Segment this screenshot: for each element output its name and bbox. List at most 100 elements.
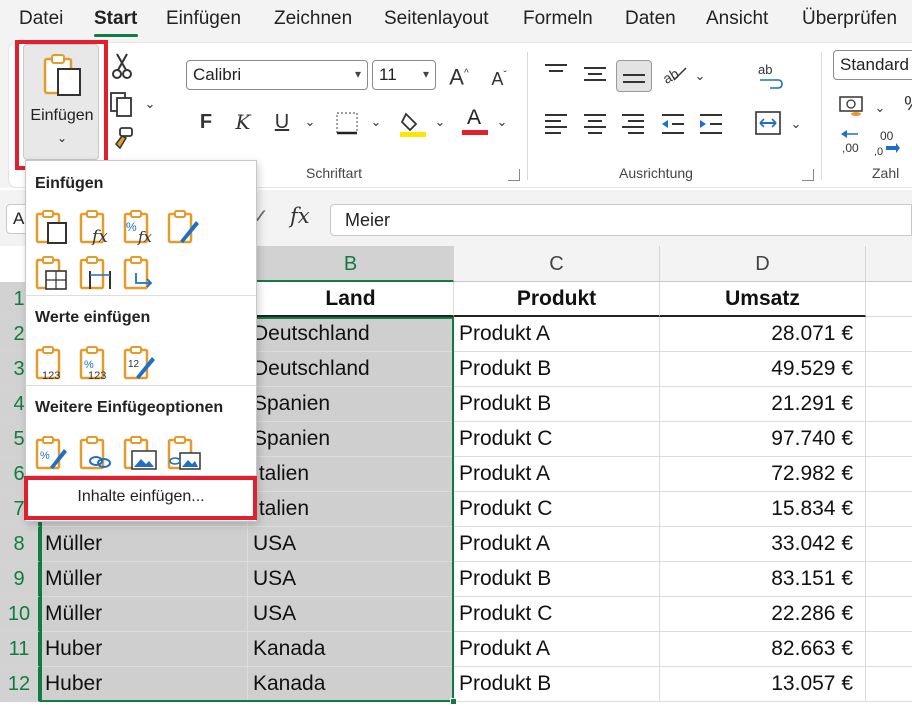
cell-empty[interactable] [866, 317, 912, 352]
cell-empty[interactable] [866, 562, 912, 597]
row-header[interactable]: 12 [0, 667, 40, 702]
tab-ueberpruefen[interactable]: Überprüfen [802, 8, 897, 30]
italic-button[interactable]: K [228, 108, 258, 138]
paste-formatting-icon[interactable]: % [34, 435, 70, 471]
header-cell-land[interactable]: Land [248, 282, 454, 317]
fill-color-icon[interactable] [398, 108, 428, 138]
cell-produkt[interactable]: Produkt B [454, 667, 660, 702]
orientation-icon[interactable]: ab [660, 60, 690, 88]
align-center-icon[interactable] [582, 112, 608, 136]
row-header[interactable]: 8 [0, 527, 40, 562]
align-bottom-button[interactable] [616, 60, 652, 92]
font-color-button[interactable]: A [460, 106, 490, 136]
format-painter-icon[interactable] [108, 126, 136, 154]
cell-umsatz[interactable]: 22.286 € [660, 597, 866, 632]
align-middle-icon[interactable] [582, 62, 608, 84]
copy-dropdown-chevron-icon[interactable]: ⌄ [142, 90, 158, 120]
cell-umsatz[interactable]: 72.982 € [660, 457, 866, 492]
tab-formeln[interactable]: Formeln [523, 8, 593, 30]
cell-umsatz[interactable]: 82.663 € [660, 632, 866, 667]
insert-function-button[interactable]: fx [290, 204, 310, 228]
cell-empty[interactable] [866, 632, 912, 667]
underline-dropdown-chevron-icon[interactable]: ⌄ [302, 108, 318, 138]
cell-empty[interactable] [866, 667, 912, 702]
cell-produkt[interactable]: Produkt C [454, 597, 660, 632]
tab-start[interactable]: Start [94, 8, 137, 30]
align-right-icon[interactable] [620, 112, 646, 136]
merge-dropdown-chevron-icon[interactable]: ⌄ [788, 110, 804, 140]
paste-linked-picture-icon[interactable] [166, 435, 202, 471]
font-name-select[interactable]: Calibri ▾ [186, 60, 368, 90]
paste-formulas-icon[interactable]: fx [78, 209, 114, 245]
column-header-e[interactable] [866, 246, 912, 282]
cell-produkt[interactable]: Produkt A [454, 317, 660, 352]
row-header[interactable]: 9 [0, 562, 40, 597]
paste-no-borders-icon[interactable] [34, 255, 70, 291]
alignment-dialog-launcher-icon[interactable] [802, 169, 814, 181]
decrease-indent-icon[interactable] [660, 112, 686, 136]
column-header-d[interactable]: D [660, 246, 866, 282]
tab-datei[interactable]: Datei [19, 8, 63, 30]
currency-dropdown-chevron-icon[interactable]: ⌄ [872, 94, 888, 124]
grow-font-icon[interactable]: A^ [444, 60, 474, 90]
increase-decimal-icon[interactable]: ,00 [838, 128, 866, 156]
cell-produkt[interactable]: Produkt B [454, 352, 660, 387]
paste-values-source-formatting-icon[interactable]: 12 [122, 345, 158, 381]
cell-produkt[interactable]: Produkt A [454, 527, 660, 562]
orientation-dropdown-chevron-icon[interactable]: ⌄ [692, 62, 708, 92]
align-left-icon[interactable] [543, 112, 569, 136]
paste-keep-formatting-icon[interactable] [166, 209, 202, 245]
currency-format-icon[interactable] [838, 92, 866, 118]
cell-produkt[interactable]: Produkt B [454, 387, 660, 422]
bold-button[interactable]: F [191, 108, 221, 138]
cell-produkt[interactable]: Produkt C [454, 492, 660, 527]
cell-umsatz[interactable]: 21.291 € [660, 387, 866, 422]
row-header[interactable]: 11 [0, 632, 40, 667]
increase-indent-icon[interactable] [698, 112, 724, 136]
cell-umsatz[interactable]: 33.042 € [660, 527, 866, 562]
fill-handle[interactable] [450, 698, 457, 705]
row-header[interactable]: 10 [0, 597, 40, 632]
cell-produkt[interactable]: Produkt B [454, 562, 660, 597]
cell-produkt[interactable]: Produkt A [454, 632, 660, 667]
header-cell-produkt[interactable]: Produkt [454, 282, 660, 317]
paste-formulas-number-format-icon[interactable]: %fx [122, 209, 158, 245]
tab-ansicht[interactable]: Ansicht [706, 8, 768, 30]
copy-icon[interactable] [108, 90, 136, 118]
font-color-dropdown-chevron-icon[interactable]: ⌄ [494, 108, 510, 138]
tab-daten[interactable]: Daten [625, 8, 676, 30]
paste-picture-icon[interactable] [122, 435, 158, 471]
cell-empty[interactable] [866, 387, 912, 422]
cell-empty[interactable] [866, 597, 912, 632]
align-top-icon[interactable] [543, 62, 569, 84]
cell-umsatz[interactable]: 97.740 € [660, 422, 866, 457]
paste-column-widths-icon[interactable] [78, 255, 114, 291]
paste-values-number-format-icon[interactable]: %123 [78, 345, 114, 381]
cell-empty[interactable] [866, 422, 912, 457]
tab-seitenlayout[interactable]: Seitenlayout [384, 8, 489, 30]
cell-empty[interactable] [866, 527, 912, 562]
header-cell-umsatz[interactable]: Umsatz [660, 282, 866, 317]
cell-umsatz[interactable]: 28.071 € [660, 317, 866, 352]
cell-empty[interactable] [866, 352, 912, 387]
number-format-select[interactable]: Standard [833, 50, 912, 80]
paste-values-icon[interactable]: 123 [34, 345, 70, 381]
font-dialog-launcher-icon[interactable] [508, 169, 520, 181]
cut-icon[interactable] [110, 52, 134, 80]
tab-einfuegen[interactable]: Einfügen [166, 8, 241, 30]
decrease-decimal-icon[interactable]: 00,0 [874, 128, 902, 156]
paste-icon[interactable] [34, 209, 70, 245]
paste-link-icon[interactable] [78, 435, 114, 471]
formula-input[interactable]: Meier [330, 204, 912, 236]
percent-style-icon[interactable]: % [898, 90, 912, 120]
column-header-c[interactable]: C [454, 246, 660, 282]
cell-umsatz[interactable]: 15.834 € [660, 492, 866, 527]
border-dropdown-chevron-icon[interactable]: ⌄ [368, 108, 384, 138]
cell-umsatz[interactable]: 13.057 € [660, 667, 866, 702]
merge-center-icon[interactable] [754, 110, 782, 136]
fill-color-dropdown-chevron-icon[interactable]: ⌄ [432, 108, 448, 138]
shrink-font-icon[interactable]: Aˇ [484, 62, 514, 92]
tab-zeichnen[interactable]: Zeichnen [274, 8, 352, 30]
cell-umsatz[interactable]: 83.151 € [660, 562, 866, 597]
cell-empty[interactable] [866, 457, 912, 492]
